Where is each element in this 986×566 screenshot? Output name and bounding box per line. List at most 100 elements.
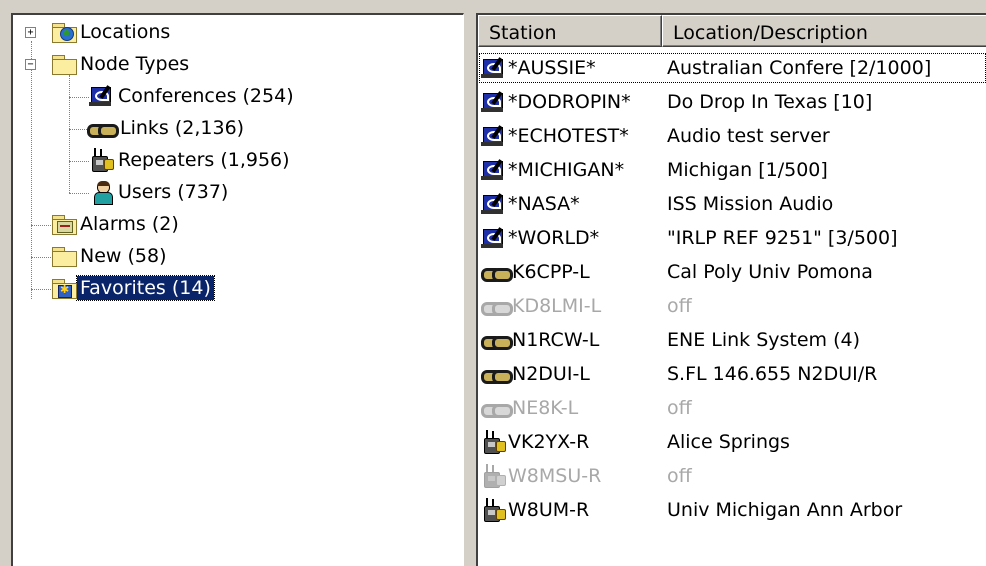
list-row[interactable]: *WORLD* "IRLP REF 9251" [3/500] <box>478 221 986 255</box>
link-icon <box>87 118 119 138</box>
tree-item-conferences[interactable]: Conferences (254) <box>89 83 297 109</box>
tree-item-node-types[interactable]: Node Types <box>51 51 192 77</box>
tree-connector <box>69 75 70 193</box>
station-call: VK2YX-R <box>508 431 590 453</box>
tree-item-repeaters[interactable]: Repeaters (1,956) <box>89 147 293 173</box>
station-location: off <box>667 295 692 317</box>
tree-item-alarms[interactable]: Alarms (2) <box>51 211 182 237</box>
list-row[interactable]: *NASA* ISS Mission Audio <box>478 187 986 221</box>
link-icon <box>481 364 513 384</box>
column-header-station[interactable]: Station <box>478 15 662 47</box>
tree-item-label: Users (737) <box>118 181 229 203</box>
station-call: *ECHOTEST* <box>508 125 629 147</box>
repeater-icon <box>481 498 507 522</box>
list-row[interactable]: *AUSSIE* Australian Confere [2/1000] <box>478 51 986 85</box>
expand-locations-toggle[interactable]: + <box>25 27 36 38</box>
tree-item-label: Favorites (14) <box>76 275 215 301</box>
tree-item-label: Links (2,136) <box>120 117 245 139</box>
station-location: Do Drop In Texas [10] <box>667 91 873 113</box>
column-header-location[interactable]: Location/Description <box>662 15 986 47</box>
station-location: Australian Confere [2/1000] <box>667 57 932 79</box>
collapse-node-types-toggle[interactable]: − <box>25 59 36 70</box>
conference-icon <box>481 57 507 79</box>
station-call: N1RCW-L <box>512 329 600 351</box>
node-tree[interactable]: + − Locations Node Types Conferences (25… <box>11 13 464 566</box>
tree-item-label: Locations <box>80 21 171 43</box>
tree-connector <box>69 193 89 194</box>
station-call: *AUSSIE* <box>508 57 596 79</box>
list-row[interactable]: W8UM-R Univ Michigan Ann Arbor <box>478 493 986 527</box>
repeater-icon <box>481 464 507 488</box>
list-row[interactable]: N2DUI-L S.FL 146.655 N2DUI/R <box>478 357 986 391</box>
list-row[interactable]: *MICHIGAN* Michigan [1/500] <box>478 153 986 187</box>
station-location: ENE Link System (4) <box>667 329 861 351</box>
station-call: N2DUI-L <box>512 363 590 385</box>
link-icon <box>481 330 513 350</box>
tree-item-locations[interactable]: Locations <box>51 19 173 45</box>
station-location: Cal Poly Univ Pomona <box>667 261 873 283</box>
folder-icon <box>51 246 77 267</box>
station-call: *NASA* <box>508 193 580 215</box>
tree-item-new[interactable]: New (58) <box>51 243 169 269</box>
tree-item-users[interactable]: Users (737) <box>91 179 231 205</box>
list-rows: *AUSSIE* Australian Confere [2/1000] *DO… <box>478 51 986 527</box>
station-location: Michigan [1/500] <box>667 159 828 181</box>
station-location: off <box>667 465 692 487</box>
link-icon <box>481 398 513 418</box>
station-call: *WORLD* <box>508 227 600 249</box>
list-row[interactable]: VK2YX-R Alice Springs <box>478 425 986 459</box>
folder-icon <box>51 54 77 75</box>
conference-icon <box>481 159 507 181</box>
station-location: ISS Mission Audio <box>667 193 834 215</box>
list-row[interactable]: *DODROPIN* Do Drop In Texas [10] <box>478 85 986 119</box>
station-call: KD8LMI-L <box>512 295 602 317</box>
station-call: *MICHIGAN* <box>508 159 625 181</box>
list-row[interactable]: N1RCW-L ENE Link System (4) <box>478 323 986 357</box>
station-call: NE8K-L <box>512 397 579 419</box>
station-call: K6CPP-L <box>512 261 590 283</box>
station-location: off <box>667 397 692 419</box>
station-location: "IRLP REF 9251" [3/500] <box>667 227 898 249</box>
pane-splitter[interactable] <box>464 13 476 566</box>
list-row[interactable]: KD8LMI-L off <box>478 289 986 323</box>
list-header: Station Location/Description <box>478 15 986 47</box>
tree-connector <box>31 225 53 226</box>
tree-item-label: Alarms (2) <box>80 213 179 235</box>
alarm-folder-icon <box>51 214 77 235</box>
station-location: Univ Michigan Ann Arbor <box>667 499 903 521</box>
station-location: Alice Springs <box>667 431 790 453</box>
conference-icon <box>481 91 507 113</box>
tree-item-label: Conferences (254) <box>118 85 294 107</box>
tree-connector <box>31 289 53 290</box>
list-row[interactable]: W8MSU-R off <box>478 459 986 493</box>
station-location: Audio test server <box>667 125 830 147</box>
tree-connector <box>31 41 32 299</box>
repeater-icon <box>89 148 115 172</box>
station-location: S.FL 146.655 N2DUI/R <box>667 363 878 385</box>
conference-icon <box>481 125 507 147</box>
tree-connector <box>69 129 89 130</box>
tree-item-label: Node Types <box>80 53 190 75</box>
favorites-folder-icon <box>51 278 77 299</box>
tree-item-favorites[interactable]: Favorites (14) <box>51 275 215 301</box>
tree-item-label: New (58) <box>80 245 167 267</box>
top-strip <box>0 0 986 10</box>
station-call: W8MSU-R <box>508 465 602 487</box>
list-row[interactable]: NE8K-L off <box>478 391 986 425</box>
list-row[interactable]: K6CPP-L Cal Poly Univ Pomona <box>478 255 986 289</box>
repeater-icon <box>481 430 507 454</box>
conference-icon <box>481 193 507 215</box>
list-row[interactable]: *ECHOTEST* Audio test server <box>478 119 986 153</box>
station-call: *DODROPIN* <box>508 91 631 113</box>
tree-connector <box>31 257 53 258</box>
link-icon <box>481 296 513 316</box>
tree-connector <box>69 161 89 162</box>
user-icon <box>91 180 115 205</box>
link-icon <box>481 262 513 282</box>
station-call: W8UM-R <box>508 499 590 521</box>
globe-folder-icon <box>51 22 77 43</box>
conference-icon <box>89 85 115 107</box>
tree-item-links[interactable]: Links (2,136) <box>87 115 247 141</box>
tree-item-label: Repeaters (1,956) <box>118 149 290 171</box>
station-list[interactable]: Station Location/Description *AUSSIE* Au… <box>476 13 986 566</box>
